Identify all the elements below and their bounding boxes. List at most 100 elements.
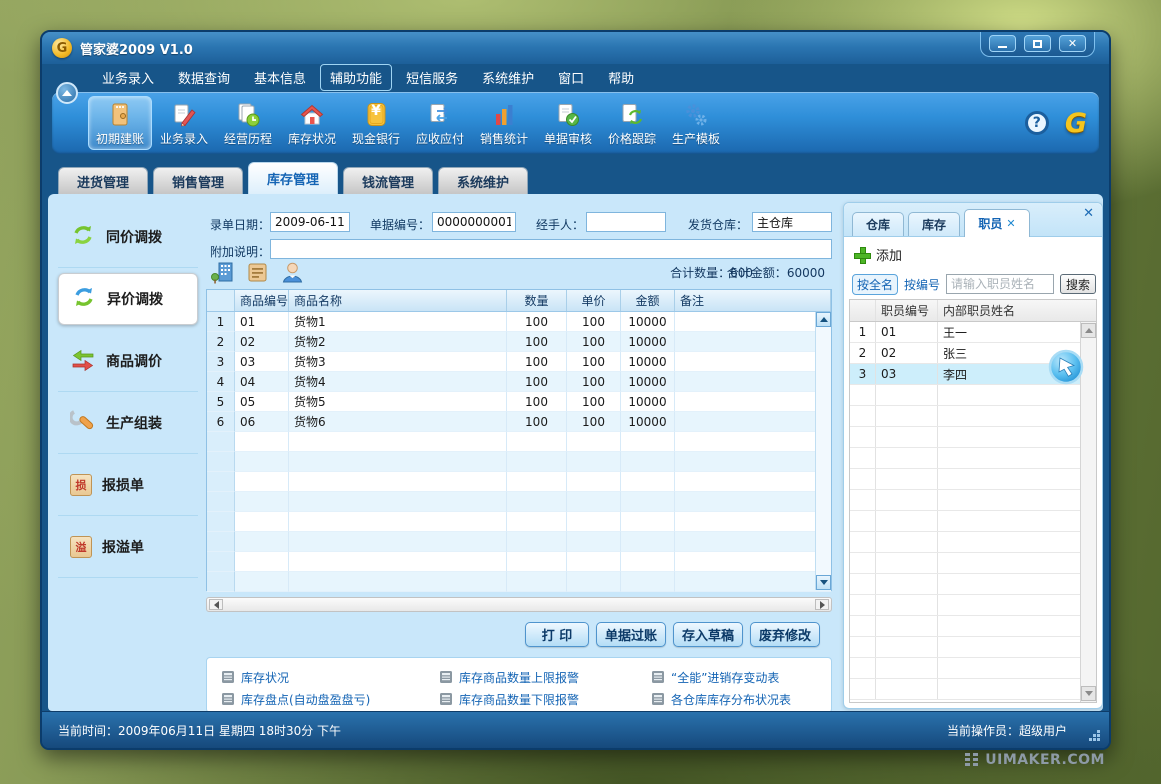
tab-system-maintenance[interactable]: 系统维护 (438, 167, 528, 194)
employee-scrollbar[interactable] (1080, 322, 1096, 702)
tab-close-icon[interactable]: ✕ (1006, 217, 1015, 230)
titlebar[interactable]: G 管家婆2009 V1.0 ✕ (42, 32, 1109, 64)
employee-row-empty[interactable] (850, 532, 1096, 553)
tab-employee[interactable]: 职员✕ (964, 209, 1030, 237)
menu-item-data-query[interactable]: 数据查询 (168, 64, 240, 91)
voucher-no-input[interactable] (432, 212, 516, 232)
sidebar-item-goods-repricing[interactable]: 商品调价 (58, 330, 198, 392)
toolbar-collapse-button[interactable] (56, 82, 78, 104)
note-input[interactable] (270, 239, 832, 259)
table-row-empty[interactable] (207, 472, 831, 492)
toolbar-button-price-tracking[interactable]: 价格跟踪 (600, 96, 664, 150)
table-row[interactable]: 202货物210010010000 (207, 332, 831, 352)
add-employee-button[interactable]: 添加 (854, 245, 902, 264)
search-button[interactable]: 搜索 (1060, 274, 1096, 294)
toolbar-button-production-template[interactable]: 生产模板 (664, 96, 728, 150)
tab-sales-management[interactable]: 销售管理 (153, 167, 243, 194)
panel-close-button[interactable]: ✕ (1083, 206, 1094, 221)
table-row[interactable]: 505货物510010010000 (207, 392, 831, 412)
link-almighty-flow-report[interactable]: “全能”进销存变动表 (651, 666, 827, 688)
table-row-empty[interactable] (207, 512, 831, 532)
post-voucher-button[interactable]: 单据过账 (596, 622, 666, 647)
save-draft-button[interactable]: 存入草稿 (673, 622, 743, 647)
menu-item-auxiliary[interactable]: 辅助功能 (320, 64, 392, 91)
scroll-left-button[interactable] (209, 599, 223, 610)
toolbar-button-inventory-status[interactable]: 库存状况 (280, 96, 344, 150)
search-by-name-toggle[interactable]: 按全名 (852, 274, 898, 295)
vertical-scrollbar[interactable] (815, 312, 831, 590)
scroll-right-button[interactable] (815, 599, 829, 610)
sidebar-item-loss-report[interactable]: 损 报损单 (58, 454, 198, 516)
employee-row-empty[interactable] (850, 490, 1096, 511)
toolbar-button-operation-history[interactable]: 经营历程 (216, 96, 280, 150)
employee-row-empty[interactable] (850, 427, 1096, 448)
help-button[interactable]: ? (1025, 111, 1049, 135)
employee-row-empty[interactable] (850, 679, 1096, 700)
employee-row-empty[interactable] (850, 511, 1096, 532)
link-inventory-status[interactable]: 库存状况 (221, 666, 439, 688)
link-qty-lower-limit-alarm[interactable]: 库存商品数量下限报警 (439, 688, 651, 710)
menu-item-sms-service[interactable]: 短信服务 (396, 64, 468, 91)
tab-stock[interactable]: 库存 (908, 212, 960, 236)
tab-warehouse[interactable]: 仓库 (852, 212, 904, 236)
table-row-empty[interactable] (207, 452, 831, 472)
employee-row-empty[interactable] (850, 553, 1096, 574)
company-icon[interactable] (210, 260, 235, 285)
table-row-empty[interactable] (207, 492, 831, 512)
tab-purchase-management[interactable]: 进货管理 (58, 167, 148, 194)
table-row-empty[interactable] (207, 432, 831, 452)
sidebar-item-surplus-report[interactable]: 溢 报溢单 (58, 516, 198, 578)
date-input[interactable] (270, 212, 350, 232)
close-button[interactable]: ✕ (1059, 35, 1086, 52)
sidebar-item-diff-price-transfer[interactable]: 异价调拨 (58, 273, 198, 325)
discard-changes-button[interactable]: 废弃修改 (750, 622, 820, 647)
table-row-empty[interactable] (207, 532, 831, 552)
employee-search-input[interactable] (946, 274, 1054, 294)
tab-cashflow-management[interactable]: 钱流管理 (343, 167, 433, 194)
employee-row-empty[interactable] (850, 616, 1096, 637)
employee-row[interactable]: 101王一 (850, 322, 1096, 343)
table-row[interactable]: 404货物410010010000 (207, 372, 831, 392)
warehouse-box-icon[interactable] (245, 260, 270, 285)
table-row-empty[interactable] (207, 552, 831, 572)
minimize-button[interactable] (989, 35, 1016, 52)
toolbar-button-cash-bank[interactable]: ¥ 现金银行 (344, 96, 408, 150)
scroll-up-button[interactable] (816, 312, 831, 327)
scroll-up-button[interactable] (1081, 323, 1096, 338)
table-row[interactable]: 101货物110010010000 (207, 312, 831, 332)
employee-row-selected[interactable]: 303李四 (850, 364, 1096, 385)
warehouse-input[interactable] (752, 212, 832, 232)
employee-row-empty[interactable] (850, 448, 1096, 469)
employee-row[interactable]: 202张三 (850, 343, 1096, 364)
handler-input[interactable] (586, 212, 666, 232)
table-row[interactable]: 303货物310010010000 (207, 352, 831, 372)
sidebar-item-production-assembly[interactable]: 生产组装 (58, 392, 198, 454)
menu-item-window[interactable]: 窗口 (548, 64, 594, 91)
print-button[interactable]: 打 印 (525, 622, 589, 647)
horizontal-scrollbar[interactable] (206, 597, 832, 612)
table-row-empty[interactable] (207, 572, 831, 592)
toolbar-button-receivable-payable[interactable]: 应收应付 (408, 96, 472, 150)
scroll-down-button[interactable] (816, 575, 831, 590)
maximize-button[interactable] (1024, 35, 1051, 52)
employee-row-empty[interactable] (850, 658, 1096, 679)
link-warehouse-distribution[interactable]: 各仓库库存分布状况表 (651, 688, 827, 710)
employee-row-empty[interactable] (850, 637, 1096, 658)
table-row[interactable]: 606货物610010010000 (207, 412, 831, 432)
toolbar-button-sales-stats[interactable]: 销售统计 (472, 96, 536, 150)
person-icon[interactable] (280, 260, 305, 285)
menu-item-business-entry[interactable]: 业务录入 (92, 64, 164, 91)
employee-row-empty[interactable] (850, 574, 1096, 595)
sidebar-item-same-price-transfer[interactable]: 同价调拨 (58, 206, 198, 268)
employee-row-empty[interactable] (850, 385, 1096, 406)
employee-row-empty[interactable] (850, 469, 1096, 490)
resize-grip[interactable] (1088, 729, 1101, 742)
scroll-down-button[interactable] (1081, 686, 1096, 701)
employee-row-empty[interactable] (850, 406, 1096, 427)
link-stocktaking[interactable]: 库存盘点(自动盘盈盘亏) (221, 688, 439, 710)
link-qty-upper-limit-alarm[interactable]: 库存商品数量上限报警 (439, 666, 651, 688)
menu-item-system-maintenance[interactable]: 系统维护 (472, 64, 544, 91)
employee-row-empty[interactable] (850, 595, 1096, 616)
toolbar-button-business-entry[interactable]: 业务录入 (152, 96, 216, 150)
search-by-code-toggle[interactable]: 按编号 (904, 276, 940, 293)
